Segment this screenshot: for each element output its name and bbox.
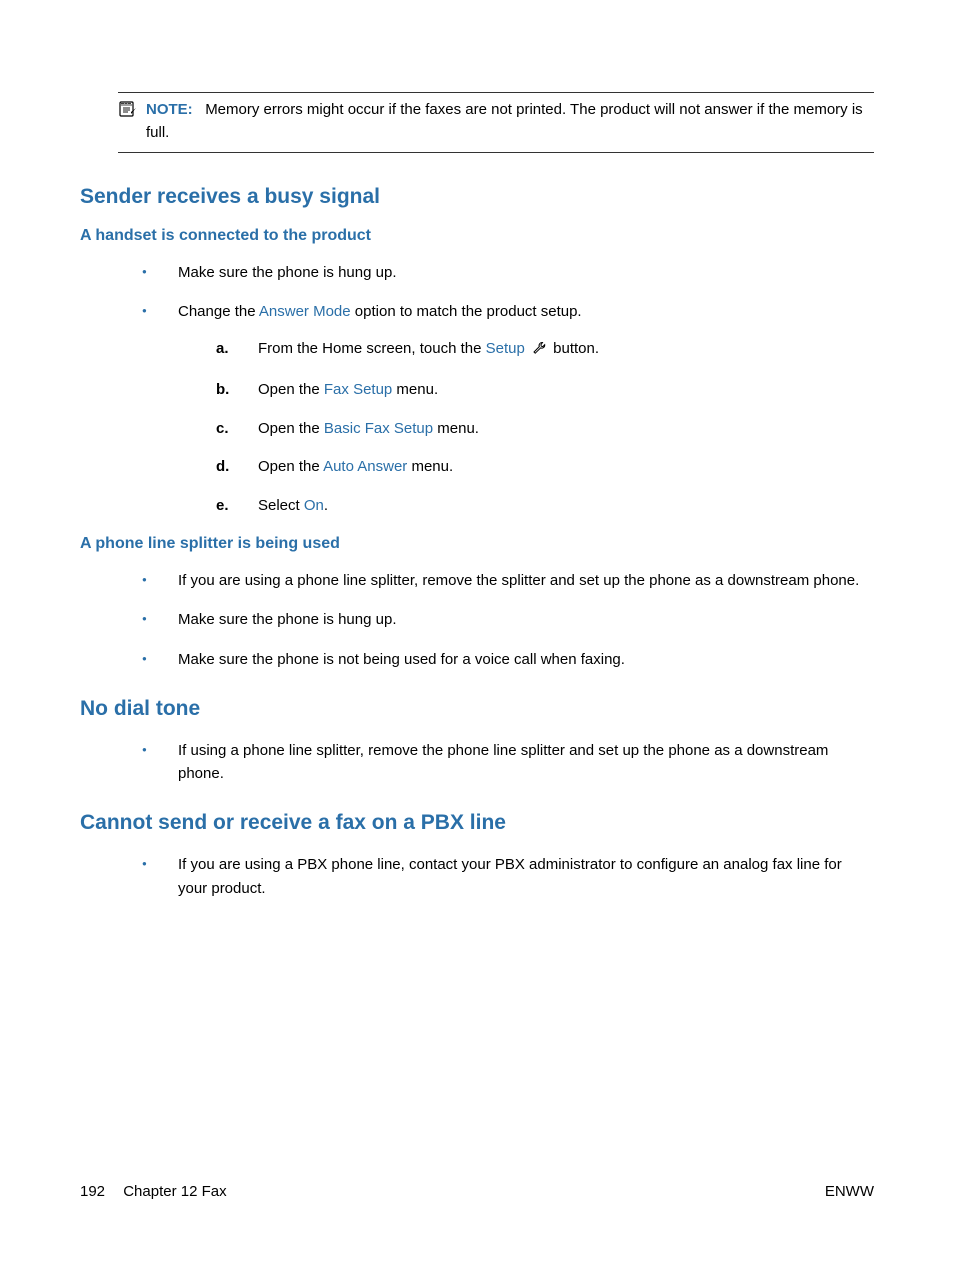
bullet-list: If using a phone line splitter, remove t… xyxy=(138,739,874,786)
note-body: Memory errors might occur if the faxes a… xyxy=(146,101,863,141)
bullet-list: If you are using a PBX phone line, conta… xyxy=(138,853,874,900)
list-item: Make sure the phone is hung up. xyxy=(138,608,874,631)
list-item: Select On. xyxy=(216,495,874,518)
note-text: NOTE: Memory errors might occur if the f… xyxy=(146,99,874,144)
note-icon xyxy=(118,100,138,122)
list-item: From the Home screen, touch the Setup bu… xyxy=(216,338,874,364)
list-item: If you are using a phone line splitter, … xyxy=(138,569,874,592)
list-item: If using a phone line splitter, remove t… xyxy=(138,739,874,786)
list-item: Change the Answer Mode option to match t… xyxy=(138,300,874,517)
bullet-list: If you are using a phone line splitter, … xyxy=(138,569,874,671)
document-page: NOTE: Memory errors might occur if the f… xyxy=(0,0,954,900)
ui-term-setup: Setup xyxy=(486,340,525,357)
page-footer: 192 Chapter 12 Fax ENWW xyxy=(80,1183,874,1200)
note-label: NOTE: xyxy=(146,101,193,118)
chapter-label: Chapter 12 Fax xyxy=(123,1183,226,1200)
ui-term-basic-fax-setup: Basic Fax Setup xyxy=(324,420,433,437)
footer-right: ENWW xyxy=(825,1183,874,1200)
list-item: Make sure the phone is not being used fo… xyxy=(138,648,874,671)
ui-term-auto-answer: Auto Answer xyxy=(323,458,407,475)
list-item: Make sure the phone is hung up. xyxy=(138,261,874,284)
ui-term-answer-mode: Answer Mode xyxy=(259,303,351,320)
list-item: If you are using a PBX phone line, conta… xyxy=(138,853,874,900)
heading-splitter-used: A phone line splitter is being used xyxy=(80,535,874,553)
heading-sender-busy: Sender receives a busy signal xyxy=(80,185,874,209)
footer-left: 192 Chapter 12 Fax xyxy=(80,1183,227,1200)
list-item: Open the Basic Fax Setup menu. xyxy=(216,418,874,441)
heading-handset-connected: A handset is connected to the product xyxy=(80,227,874,245)
wrench-icon xyxy=(531,340,547,364)
page-number: 192 xyxy=(80,1183,105,1200)
heading-no-dial-tone: No dial tone xyxy=(80,697,874,721)
ui-term-fax-setup: Fax Setup xyxy=(324,381,392,398)
note-callout: NOTE: Memory errors might occur if the f… xyxy=(118,92,874,153)
bullet-list: Make sure the phone is hung up. Change t… xyxy=(138,261,874,517)
lettered-list: From the Home screen, touch the Setup bu… xyxy=(216,338,874,518)
ui-term-on: On xyxy=(304,497,324,514)
list-item: Open the Auto Answer menu. xyxy=(216,456,874,479)
list-item: Open the Fax Setup menu. xyxy=(216,379,874,402)
heading-pbx-line: Cannot send or receive a fax on a PBX li… xyxy=(80,811,874,835)
